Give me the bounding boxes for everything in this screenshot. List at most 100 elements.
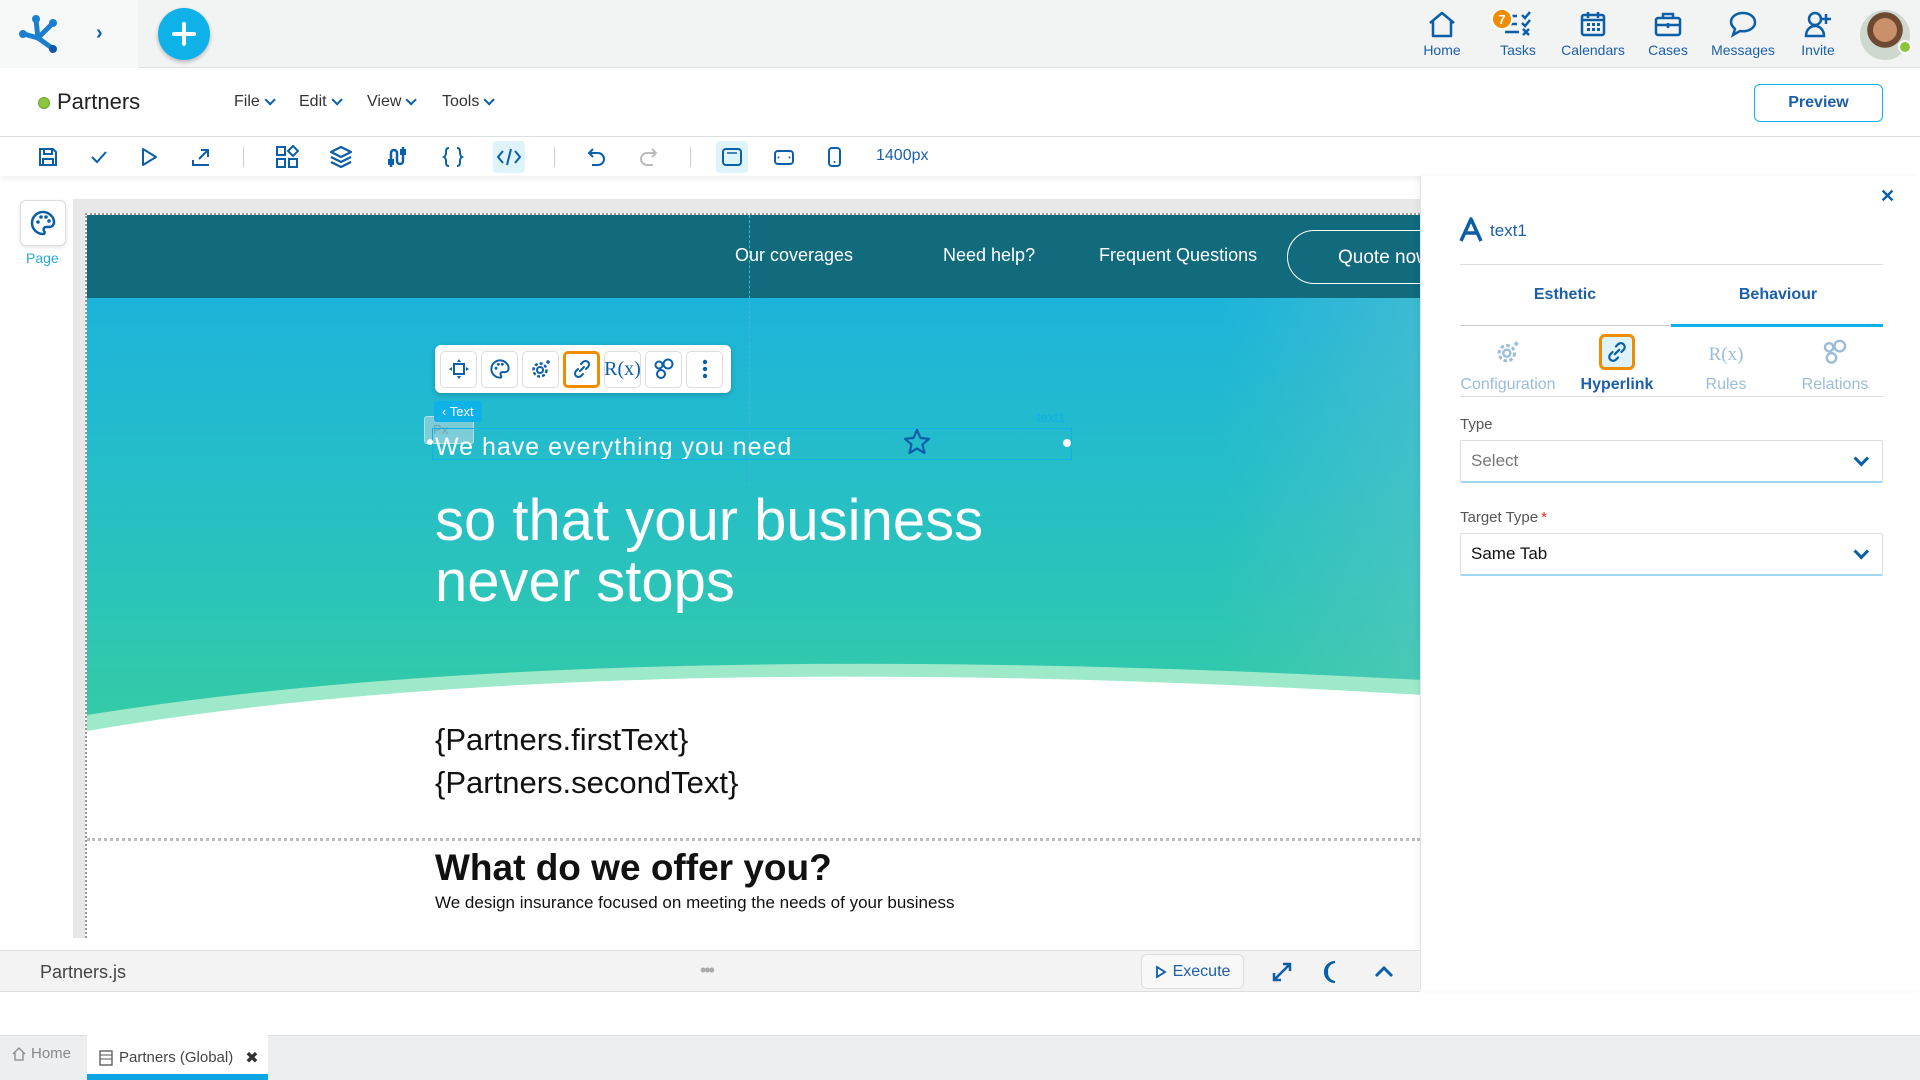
breadcrumb-chip-label: Text (449, 404, 474, 419)
braces-icon[interactable] (437, 141, 469, 173)
tablet-view-icon[interactable] (768, 141, 800, 173)
redo-icon[interactable] (632, 141, 664, 173)
nav-calendars[interactable]: Calendars (1555, 8, 1631, 64)
nav-invite[interactable]: Invite (1781, 8, 1855, 64)
type-select[interactable]: Select (1460, 440, 1883, 483)
code-file-name[interactable]: Partners.js (40, 962, 126, 983)
collapse-up-chevron-icon[interactable] (1370, 958, 1398, 986)
text-component-icon (1458, 217, 1484, 243)
hero-wave-shape (87, 663, 1420, 755)
site-nav-link[interactable]: Need help? (943, 245, 1035, 266)
page-frame[interactable]: Our coverages Need help? Frequent Questi… (85, 213, 1420, 938)
more-options-icon[interactable] (686, 350, 723, 388)
home-icon (12, 1046, 26, 1061)
menu-tools[interactable]: Tools (442, 93, 496, 111)
execute-label: Execute (1172, 962, 1231, 980)
link-icon[interactable] (563, 350, 600, 388)
site-nav-link[interactable]: Frequent Questions (1099, 245, 1257, 266)
mobile-view-icon[interactable] (818, 141, 850, 173)
move-icon[interactable] (440, 350, 477, 388)
gear-sparkle-icon[interactable] (522, 350, 559, 388)
user-online-status (1898, 40, 1912, 54)
components-icon[interactable] (271, 141, 303, 173)
nav-messages[interactable]: Messages (1705, 8, 1781, 64)
tab-esthetic[interactable]: Esthetic (1460, 286, 1670, 304)
status-dot (38, 97, 50, 109)
site-nav-link[interactable]: Our coverages (735, 245, 853, 266)
play-icon[interactable] (133, 141, 165, 173)
parent-breadcrumb-chip[interactable]: ‹ Text (434, 401, 482, 422)
page-esthetic-button[interactable] (20, 200, 66, 246)
toolbar-divider (690, 147, 691, 167)
subtab-relations[interactable]: Relations (1782, 334, 1888, 394)
star-icon[interactable] (902, 427, 932, 457)
target-type-select[interactable]: Same Tab (1460, 533, 1883, 576)
subtab-rules-label: Rules (1705, 376, 1747, 393)
check-icon[interactable] (83, 141, 115, 173)
resize-handle-left[interactable] (427, 439, 433, 445)
menu-file-label: File (234, 93, 260, 110)
close-panel-icon[interactable]: ✕ (1880, 186, 1895, 207)
save-icon[interactable] (32, 141, 64, 173)
tab-behaviour[interactable]: Behaviour (1673, 286, 1883, 304)
relations-icon (1817, 334, 1853, 370)
rules-icon[interactable]: R(x) (604, 350, 641, 388)
briefcase-icon (1653, 8, 1683, 40)
data-connector-icon[interactable] (381, 141, 413, 173)
required-indicator: * (1541, 509, 1547, 526)
canvas-width-label[interactable]: 1400px (876, 147, 929, 165)
bottom-tab-bar (0, 1035, 1920, 1080)
offer-description[interactable]: We design insurance focused on meeting t… (435, 893, 954, 913)
chevron-down-icon (1853, 543, 1870, 559)
subtab-hyperlink[interactable]: Hyperlink (1564, 334, 1670, 394)
menu-edit[interactable]: Edit (299, 93, 343, 111)
nav-invite-label: Invite (1801, 42, 1835, 58)
element-context-toolbar: R(x) (435, 345, 731, 393)
code-icon[interactable] (493, 141, 525, 173)
resize-handle[interactable]: ••• (700, 960, 715, 981)
nav-tasks-label: Tasks (1500, 42, 1536, 58)
nav-cases[interactable]: Cases (1631, 8, 1705, 64)
add-button[interactable] (158, 8, 210, 60)
export-icon[interactable] (185, 141, 217, 173)
palette-icon[interactable] (481, 350, 518, 388)
menu-view-label: View (367, 93, 402, 110)
dark-mode-moon-icon[interactable] (1319, 958, 1347, 986)
bottom-tab-home[interactable]: Home (12, 1045, 71, 1062)
subtab-configuration[interactable]: Configuration (1455, 334, 1561, 394)
desktop-view-icon[interactable] (716, 141, 748, 173)
layers-icon[interactable] (325, 141, 357, 173)
first-text-variable: {Partners.firstText} (435, 722, 689, 757)
variables-text[interactable]: {Partners.firstText} {Partners.secondTex… (435, 718, 738, 804)
app-logo-icon[interactable] (16, 12, 62, 56)
active-tab-indicator (1671, 324, 1883, 327)
nav-home[interactable]: Home (1405, 8, 1479, 64)
expand-icon[interactable] (1268, 958, 1296, 986)
hero-title-text[interactable]: so that your business never stops (435, 490, 1135, 612)
menu-tools-label: Tools (442, 93, 480, 110)
undo-icon[interactable] (581, 141, 613, 173)
page-icon (99, 1049, 113, 1066)
palette-icon (30, 210, 56, 236)
offer-heading[interactable]: What do we offer you? (435, 847, 832, 889)
toolbar-divider (554, 147, 555, 167)
menu-view[interactable]: View (367, 93, 418, 111)
relations-icon[interactable] (645, 350, 682, 388)
quote-now-button[interactable]: Quote now (1287, 230, 1420, 284)
active-tab-indicator (87, 1074, 268, 1080)
menu-edit-label: Edit (299, 93, 327, 110)
resize-handle-right[interactable] (1063, 439, 1071, 447)
bottom-tab-partners-label: Partners (Global) (119, 1049, 234, 1066)
subtab-rules[interactable]: R(x) Rules (1673, 334, 1779, 394)
subtab-relations-label: Relations (1801, 376, 1869, 393)
close-tab-icon[interactable]: ✖ (245, 1048, 258, 1068)
execute-button[interactable]: Execute (1141, 954, 1244, 989)
preview-button[interactable]: Preview (1754, 84, 1883, 122)
menu-file[interactable]: File (234, 93, 276, 111)
panel-divider (1460, 396, 1883, 397)
home-icon (1427, 8, 1457, 40)
expand-sidebar-chevron-icon[interactable]: › (96, 22, 103, 45)
page-title: Partners (57, 89, 141, 114)
plus-icon (172, 22, 196, 46)
target-type-label-text: Target Type (1460, 509, 1539, 526)
